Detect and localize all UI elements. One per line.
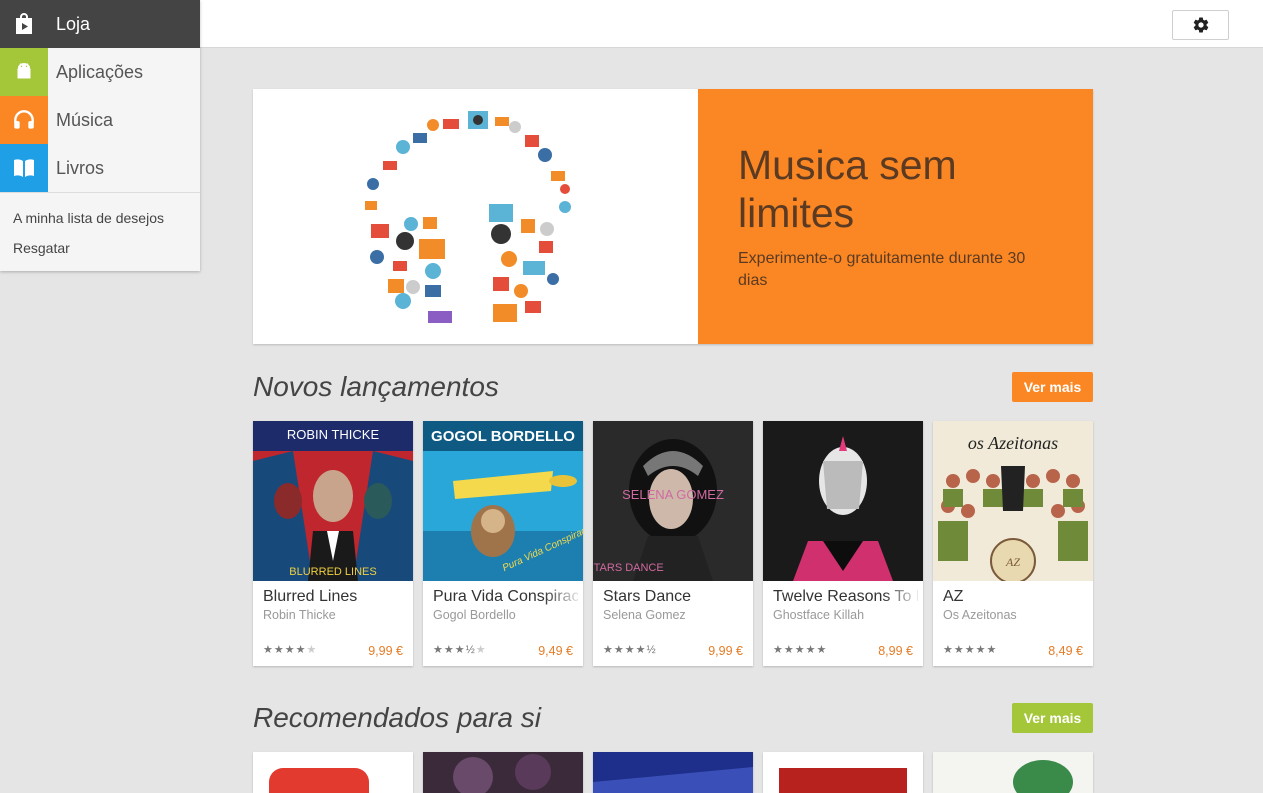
recommended-card[interactable] [593, 752, 753, 793]
album-artist: Selena Gomez [603, 608, 686, 622]
price-button[interactable]: 9,99 € [368, 644, 403, 658]
android-icon [0, 48, 48, 96]
cover-text: AZ [1005, 555, 1020, 569]
settings-button[interactable] [1172, 10, 1229, 40]
cover-text: GOGOL BORDELLO [431, 428, 575, 445]
sidebar-item-label: Música [56, 109, 114, 130]
recommended-card[interactable] [763, 752, 923, 793]
book-icon [0, 144, 48, 192]
see-more-new-releases-button[interactable]: Ver mais [1012, 372, 1093, 402]
sidebar-item-apps[interactable]: Aplicações [0, 48, 200, 96]
sidebar-item-label: Livros [56, 157, 105, 178]
album-card[interactable]: SELENA GOMEZ STARS DANCE Stars Dance Sel… [593, 421, 753, 666]
cover-text: os Azeitonas [968, 433, 1058, 453]
sidebar-item-label: Aplicações [56, 61, 144, 82]
sidebar: Loja Aplicações Música Livros A minha li [0, 0, 200, 271]
album-artist: Robin Thicke [263, 608, 336, 622]
rating-stars: ★★★★½ [603, 644, 657, 656]
rating-stars: ★★★½★ [433, 644, 487, 656]
promo-banner[interactable]: Musica sem limites Experimente-o gratuit… [253, 89, 1093, 344]
album-card[interactable]: ROBIN THICKE BLURRED LINES Blurred Lines… [253, 421, 413, 666]
price-button[interactable]: 8,99 € [878, 644, 913, 658]
cover-text: ROBIN THICKE [287, 427, 380, 442]
album-title: Twelve Reasons To Die [773, 588, 918, 605]
sidebar-item-label: Loja [56, 13, 91, 34]
section-title-new-releases: Novos lançamentos [253, 371, 499, 402]
album-title: Pura Vida Conspiracy [433, 588, 578, 605]
shopping-bag-icon [0, 0, 48, 48]
recommended-card[interactable] [933, 752, 1093, 793]
album-cover: os Azeitonas AZ [933, 421, 1093, 581]
cover-text: STARS DANCE [593, 562, 664, 574]
cover-text: BLURRED LINES [289, 566, 376, 578]
album-title: AZ [943, 588, 964, 605]
rating-stars: ★★★★★ [943, 644, 998, 656]
album-card[interactable]: os Azeitonas AZ AZ Os Azeitonas ★★★★★ 8,… [933, 421, 1093, 666]
banner-title: Musica sem limites [738, 142, 957, 236]
headphones-icon [0, 96, 48, 144]
see-more-recommended-button[interactable]: Ver mais [1012, 703, 1093, 733]
recommended-card[interactable] [253, 752, 413, 793]
album-cover: SELENA GOMEZ STARS DANCE [593, 421, 753, 581]
album-artist: Gogol Bordello [433, 608, 516, 622]
album-cover: ROBIN THICKE BLURRED LINES [253, 421, 413, 581]
headphones-illustration [365, 111, 571, 323]
banner-illustration [253, 89, 698, 344]
rating-stars: ★★★★★ [773, 644, 828, 656]
album-cover [763, 421, 923, 581]
redeem-link[interactable]: Resgatar [0, 233, 200, 263]
section-title-recommended: Recomendados para si [253, 702, 541, 733]
banner-subtitle: Experimente-o gratuitamente durante 30 d… [738, 250, 1026, 289]
album-cover: GOGOL BORDELLO Pura Vida Conspiracy [423, 421, 583, 581]
album-card[interactable]: GOGOL BORDELLO Pura Vida Conspiracy Pura… [423, 421, 583, 666]
album-title: Stars Dance [603, 588, 692, 605]
album-title: Blurred Lines [263, 588, 358, 605]
sidebar-item-books[interactable]: Livros [0, 144, 200, 192]
banner-text-panel: Musica sem limites Experimente-o gratuit… [698, 89, 1093, 344]
album-artist: Ghostface Killah [773, 608, 865, 622]
sidebar-item-music[interactable]: Música [0, 96, 200, 144]
price-button[interactable]: 9,99 € [708, 644, 743, 658]
recommended-card[interactable] [423, 752, 583, 793]
price-button[interactable]: 8,49 € [1048, 644, 1083, 658]
album-card[interactable]: Twelve Reasons To Die Ghostface Killah ★… [763, 421, 923, 666]
wishlist-link[interactable]: A minha lista de desejos [0, 203, 200, 233]
gear-icon [1193, 17, 1208, 33]
rating-stars: ★★★★★ [263, 644, 318, 656]
sidebar-item-store[interactable]: Loja [0, 0, 200, 48]
price-button[interactable]: 9,49 € [538, 644, 573, 658]
album-artist: Os Azeitonas [943, 608, 1017, 622]
cover-text: SELENA GOMEZ [622, 487, 724, 502]
